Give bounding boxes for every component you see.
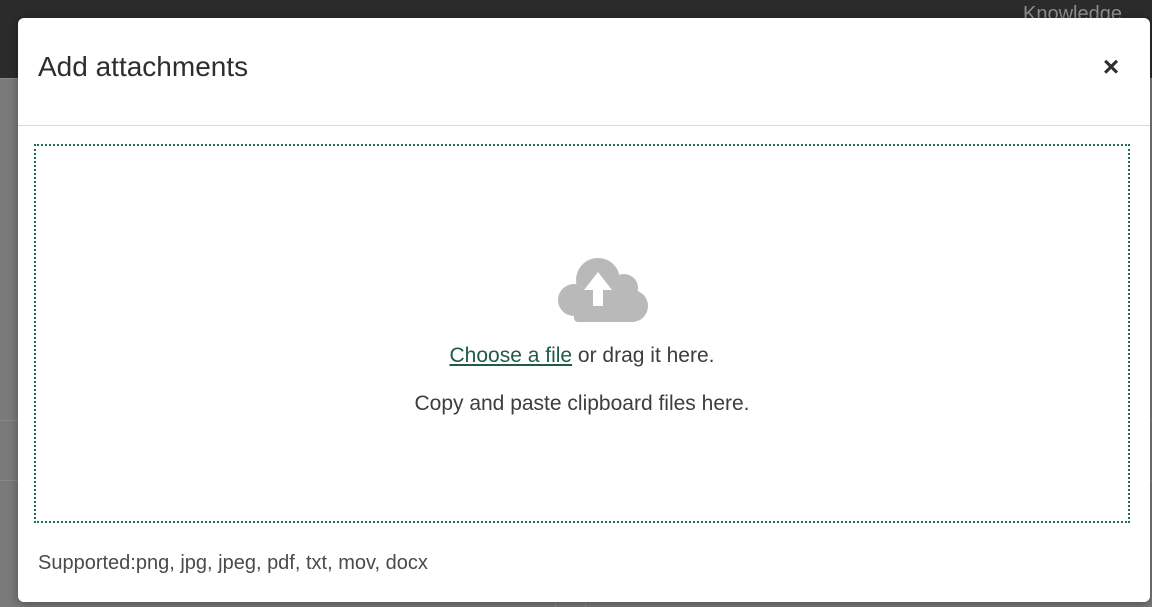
dialog-title: Add attachments xyxy=(38,51,249,82)
close-icon: × xyxy=(1102,51,1120,82)
dialog-header: Add attachments × xyxy=(18,18,1150,126)
add-attachments-dialog: Add attachments × Choose a file or drag … xyxy=(18,18,1150,602)
cloud-upload-icon xyxy=(558,258,648,322)
choose-file-link[interactable]: Choose a file xyxy=(450,344,573,367)
paste-instructions: Copy and paste clipboard files here. xyxy=(414,392,750,415)
close-button[interactable]: × xyxy=(1096,51,1126,82)
file-dropzone[interactable]: Choose a file or drag it here. Copy and … xyxy=(34,144,1130,523)
drag-text: or drag it here. xyxy=(572,344,715,367)
supported-formats: Supported:png, jpg, jpeg, pdf, txt, mov,… xyxy=(38,552,428,574)
dropzone-instructions: Choose a file or drag it here. xyxy=(36,344,1128,368)
